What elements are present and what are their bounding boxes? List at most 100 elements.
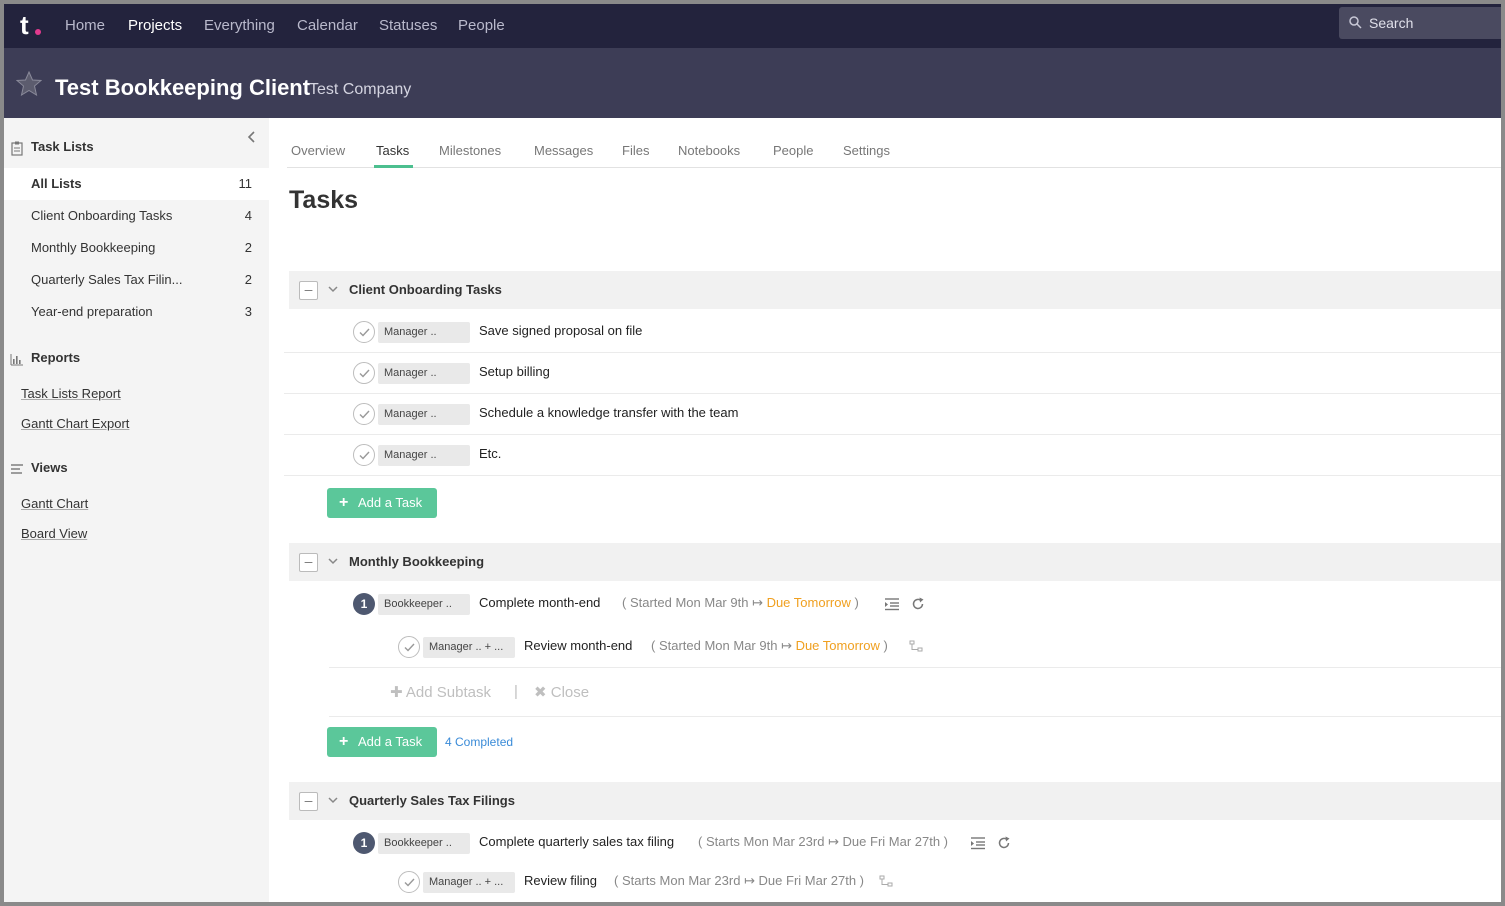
- task-name[interactable]: Review month-end: [524, 638, 632, 653]
- chevron-down-icon[interactable]: [327, 283, 339, 295]
- chevron-down-icon[interactable]: [327, 555, 339, 567]
- project-header: Test Bookkeeping Client Test Company: [4, 48, 1501, 118]
- task-checkbox[interactable]: [398, 636, 420, 658]
- app-logo[interactable]: t: [20, 10, 50, 40]
- task-name[interactable]: Review filing: [524, 873, 597, 888]
- link-task-lists-report[interactable]: Task Lists Report: [21, 386, 121, 401]
- tab-overview[interactable]: Overview: [291, 143, 345, 158]
- bar-chart-icon: [10, 354, 23, 366]
- add-task-button[interactable]: + Add a Task: [327, 488, 437, 518]
- nav-home[interactable]: Home: [65, 16, 105, 36]
- collapse-list-button[interactable]: –: [299, 792, 318, 811]
- tab-messages[interactable]: Messages: [534, 143, 593, 158]
- nav-projects[interactable]: Projects: [128, 16, 182, 36]
- plus-icon: +: [339, 494, 349, 511]
- assignee-badge[interactable]: Manager ..: [378, 404, 470, 425]
- sidebar-item-label: Quarterly Sales Tax Filin...: [31, 272, 183, 287]
- sidebar-item-monthly-bookkeeping[interactable]: Monthly Bookkeeping 2: [4, 232, 269, 264]
- link-gantt-chart[interactable]: Gantt Chart: [21, 496, 88, 511]
- project-tabs: Overview Tasks Milestones Messages Files…: [287, 118, 1501, 168]
- checkmark-icon: [359, 328, 370, 337]
- search-input[interactable]: [1369, 13, 1499, 33]
- task-list-header: – Client Onboarding Tasks: [289, 271, 1501, 309]
- tab-tasks[interactable]: Tasks: [376, 143, 409, 158]
- details-icon[interactable]: [884, 597, 900, 611]
- nav-people[interactable]: People: [458, 16, 505, 36]
- assignee-badge[interactable]: Bookkeeper ..: [378, 594, 470, 615]
- task-name[interactable]: Schedule a knowledge transfer with the t…: [479, 405, 738, 420]
- subtask-actions: ✚ Add Subtask | ✖ Close: [329, 667, 1501, 717]
- assignee-badge[interactable]: Bookkeeper ..: [378, 833, 470, 854]
- completed-tasks-link[interactable]: 4 Completed: [445, 735, 513, 749]
- close-icon: ✖: [534, 684, 551, 701]
- task-list-header: – Monthly Bookkeeping: [289, 543, 1501, 581]
- nav-calendar[interactable]: Calendar: [297, 16, 358, 36]
- assignee-badge[interactable]: Manager ..: [378, 322, 470, 343]
- nav-everything[interactable]: Everything: [204, 16, 275, 36]
- task-checkbox[interactable]: [353, 321, 375, 343]
- task-name[interactable]: Setup billing: [479, 364, 550, 379]
- checkmark-icon: [404, 878, 415, 887]
- tab-people[interactable]: People: [773, 143, 813, 158]
- task-list-title[interactable]: Client Onboarding Tasks: [349, 282, 502, 297]
- sidebar-item-count: 3: [244, 304, 252, 319]
- task-name[interactable]: Save signed proposal on file: [479, 323, 642, 338]
- page-title: Tasks: [289, 186, 359, 214]
- link-board-view[interactable]: Board View: [21, 526, 87, 541]
- nav-statuses[interactable]: Statuses: [379, 16, 437, 36]
- chevron-down-icon[interactable]: [327, 794, 339, 806]
- add-subtask-label: Add Subtask: [405, 684, 491, 701]
- tab-files[interactable]: Files: [622, 143, 649, 158]
- project-company[interactable]: Test Company: [309, 79, 411, 101]
- sidebar-item-client-onboarding[interactable]: Client Onboarding Tasks 4: [4, 200, 269, 232]
- task-checkbox[interactable]: [398, 871, 420, 893]
- task-name[interactable]: Complete month-end: [479, 595, 600, 610]
- app-window: t Home Projects Everything Calendar Stat…: [4, 4, 1501, 902]
- task-checkbox[interactable]: [353, 362, 375, 384]
- task-row: Manager .. Schedule a knowledge transfer…: [284, 394, 1501, 435]
- task-name[interactable]: Etc.: [479, 446, 501, 461]
- details-icon[interactable]: [970, 836, 986, 850]
- add-task-label: Add a Task: [358, 734, 423, 749]
- sidebar-item-quarterly-sales-tax[interactable]: Quarterly Sales Tax Filin... 2: [4, 264, 269, 296]
- task-checkbox[interactable]: [353, 403, 375, 425]
- plus-icon: +: [339, 733, 349, 750]
- subtask-count-badge[interactable]: 1: [353, 832, 375, 854]
- close-label: Close: [550, 684, 590, 701]
- task-row: 1 Bookkeeper .. Complete quarterly sales…: [284, 823, 1501, 864]
- assignee-badge[interactable]: Manager ..: [378, 445, 470, 466]
- add-subtask-button[interactable]: ✚ Add Subtask: [390, 683, 491, 701]
- task-list-title[interactable]: Monthly Bookkeeping: [349, 554, 484, 569]
- subtask-count-badge[interactable]: 1: [353, 593, 375, 615]
- link-gantt-chart-export[interactable]: Gantt Chart Export: [21, 416, 129, 431]
- tab-milestones[interactable]: Milestones: [439, 143, 501, 158]
- assignee-badge[interactable]: Manager .. + ...: [423, 637, 515, 658]
- dependency-icon[interactable]: [909, 640, 923, 652]
- star-icon[interactable]: [16, 71, 42, 96]
- dependency-icon[interactable]: [879, 875, 893, 887]
- views-heading-label: Views: [31, 460, 68, 475]
- task-name[interactable]: Complete quarterly sales tax filing: [479, 834, 674, 849]
- task-checkbox[interactable]: [353, 444, 375, 466]
- sidebar-item-all-lists[interactable]: All Lists 11: [4, 168, 269, 200]
- repeat-icon[interactable]: [911, 597, 925, 611]
- tab-notebooks[interactable]: Notebooks: [678, 143, 740, 158]
- task-dates: ( Started Mon Mar 9th ↦ Due Tomorrow ): [651, 638, 888, 654]
- subtask-row: Manager .. + ... Review month-end ( Star…: [329, 627, 1501, 668]
- task-list-title[interactable]: Quarterly Sales Tax Filings: [349, 793, 515, 808]
- task-start-date: ( Started Mon Mar 9th ↦: [622, 595, 767, 610]
- add-task-button[interactable]: + Add a Task: [327, 727, 437, 757]
- task-dates: ( Starts Mon Mar 23rd ↦ Due Fri Mar 27th…: [698, 834, 949, 849]
- collapse-list-button[interactable]: –: [299, 281, 318, 300]
- repeat-icon[interactable]: [997, 836, 1011, 850]
- sidebar-item-count: 2: [244, 272, 252, 287]
- assignee-badge[interactable]: Manager ..: [378, 363, 470, 384]
- sidebar-item-year-end[interactable]: Year-end preparation 3: [4, 296, 269, 328]
- task-due-date: Due Tomorrow: [795, 638, 880, 653]
- checkmark-icon: [359, 410, 370, 419]
- collapse-list-button[interactable]: –: [299, 553, 318, 572]
- search-icon: [1349, 16, 1362, 29]
- tab-settings[interactable]: Settings: [843, 143, 890, 158]
- close-subtask-button[interactable]: ✖ Close: [534, 683, 589, 701]
- assignee-badge[interactable]: Manager .. + ...: [423, 872, 515, 893]
